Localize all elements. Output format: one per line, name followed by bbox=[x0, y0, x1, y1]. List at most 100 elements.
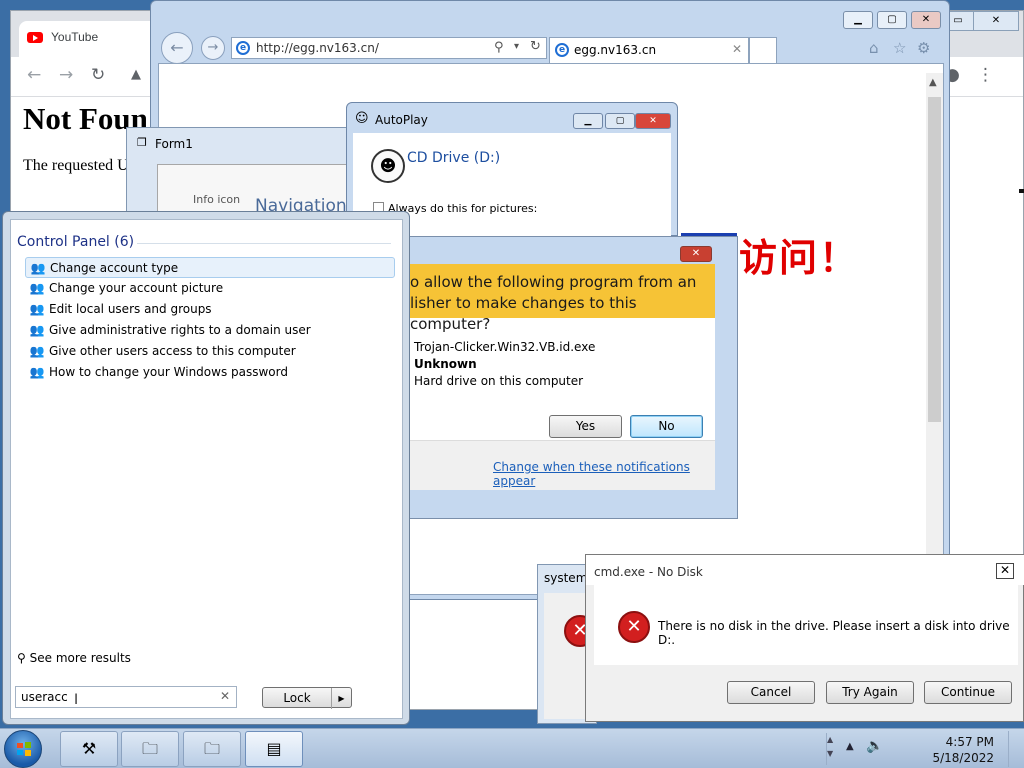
control-panel-group-title[interactable]: Control Panel (6) bbox=[17, 234, 134, 250]
result-item[interactable]: 👥 Change your account picture bbox=[25, 278, 395, 299]
taskbar-folder-icon[interactable]: 🗀 bbox=[121, 731, 179, 767]
result-item-label: How to change your Windows password bbox=[49, 365, 288, 379]
volume-icon[interactable]: 🔈 bbox=[866, 738, 883, 754]
autoplay-app-icon: ☺ bbox=[355, 111, 369, 126]
uac-question-line1: o allow the following program from an bbox=[410, 273, 697, 291]
clock-time[interactable]: 4:57 PM bbox=[924, 735, 994, 749]
users-icon: 👥 bbox=[29, 302, 45, 316]
result-item[interactable]: 👥 Give other users access to this comput… bbox=[25, 341, 395, 362]
text-cursor-icon: I bbox=[74, 692, 79, 708]
ie-back-icon[interactable]: ← bbox=[161, 32, 193, 64]
users-icon: 👥 bbox=[29, 281, 45, 295]
clock-date[interactable]: 5/18/2022 bbox=[924, 751, 994, 765]
ie-scroll-thumb[interactable] bbox=[928, 97, 941, 422]
taskbar-window-icon[interactable]: ▤ bbox=[245, 731, 303, 767]
taskbar-app-tools-icon[interactable]: ⚒ bbox=[60, 731, 118, 767]
favorites-icon[interactable]: ☆ bbox=[893, 39, 906, 57]
uac-no-button[interactable]: No bbox=[630, 415, 703, 438]
lock-label: Lock bbox=[283, 691, 311, 705]
no-disk-close-button[interactable]: ✕ bbox=[996, 563, 1014, 579]
uac-publisher: Unknown bbox=[414, 357, 477, 371]
form1-info-label: Info icon bbox=[193, 193, 241, 206]
gear-icon[interactable]: ⚙ bbox=[917, 39, 930, 57]
chrome-tab-label: YouTube bbox=[51, 30, 99, 44]
users-icon: 👥 bbox=[30, 261, 46, 275]
autoplay-title: AutoPlay bbox=[375, 113, 428, 127]
form1-title: Form1 bbox=[155, 137, 193, 151]
lock-button[interactable]: Lock ▶ bbox=[262, 687, 352, 709]
autoplay-close-button[interactable]: ✕ bbox=[635, 113, 671, 129]
uac-question: o allow the following program from an li… bbox=[410, 272, 715, 335]
lock-options-arrow-icon[interactable]: ▶ bbox=[331, 688, 351, 709]
chrome-close-button[interactable]: ✕ bbox=[973, 11, 1019, 31]
result-item-label: Give administrative rights to a domain u… bbox=[49, 323, 311, 337]
youtube-logo-icon bbox=[27, 32, 43, 43]
no-disk-dialog: cmd.exe - No Disk ✕ ✕ There is no disk i… bbox=[585, 554, 1024, 722]
uac-dialog: o allow the following program from an li… bbox=[410, 264, 715, 490]
ie-tab-close-icon[interactable]: ✕ bbox=[732, 42, 742, 56]
ie-close-button[interactable]: ✕ bbox=[911, 11, 941, 29]
refresh-icon[interactable]: ↻ bbox=[530, 39, 541, 54]
see-more-results-link[interactable]: ⚲ See more results bbox=[17, 651, 131, 665]
group-divider bbox=[137, 243, 391, 244]
cancel-button[interactable]: Cancel bbox=[727, 681, 815, 704]
try-again-button[interactable]: Try Again bbox=[826, 681, 914, 704]
autoplay-drive-label: CD Drive (D:) bbox=[407, 150, 501, 166]
scroll-up-icon[interactable]: ▲ bbox=[929, 77, 937, 88]
back-icon[interactable]: ← bbox=[27, 63, 51, 87]
magnifier-icon: ⚲ bbox=[17, 651, 26, 665]
search-input-value: useracc bbox=[21, 690, 68, 704]
uac-question-line2: lisher to make changes to this computer? bbox=[410, 294, 637, 333]
taskbar: ⚒ 🗀 🗀 ▤ ▲ ▼ ▲ 🔈 4:57 PM 5/18/2022 bbox=[0, 728, 1024, 768]
result-item[interactable]: 👥 Give administrative rights to a domain… bbox=[25, 320, 395, 341]
ie-tab-favicon-icon: e bbox=[555, 43, 569, 57]
home-icon[interactable]: ⌂ bbox=[869, 39, 879, 57]
page-red-text: 访问！ bbox=[739, 236, 860, 280]
start-button[interactable] bbox=[4, 730, 42, 768]
uac-yes-button[interactable]: Yes bbox=[549, 415, 622, 438]
show-desktop-button[interactable] bbox=[1008, 731, 1022, 767]
users-icon: 👥 bbox=[29, 365, 45, 379]
ie-tab[interactable]: e egg.nv163.cn ✕ bbox=[549, 37, 749, 63]
search-icon[interactable]: ⚲ bbox=[494, 40, 504, 55]
ie-url: http://egg.nv163.cn/ bbox=[256, 41, 379, 55]
taskbar-folder-icon[interactable]: 🗀 bbox=[183, 731, 241, 767]
reload-icon[interactable]: ↻ bbox=[91, 63, 115, 87]
no-disk-title: cmd.exe - No Disk bbox=[594, 565, 703, 579]
clear-search-icon[interactable]: ✕ bbox=[220, 689, 230, 703]
autoplay-maximize-button[interactable]: ▢ bbox=[605, 113, 635, 129]
uac-program-name: Trojan-Clicker.Win32.VB.id.exe bbox=[414, 340, 596, 354]
ie-logo-icon: e bbox=[236, 41, 250, 55]
no-disk-message: There is no disk in the drive. Please in… bbox=[658, 619, 1010, 647]
result-item[interactable]: 👥 Edit local users and groups bbox=[25, 299, 395, 320]
result-item-label: Change account type bbox=[50, 261, 179, 275]
autoplay-minimize-button[interactable]: ▁ bbox=[573, 113, 603, 129]
ie-minimize-button[interactable]: ▁ bbox=[843, 11, 873, 29]
see-more-label: See more results bbox=[29, 651, 131, 665]
result-item[interactable]: 👥 How to change your Windows password bbox=[25, 362, 395, 383]
result-item[interactable]: 👥 Change account type bbox=[25, 257, 395, 278]
uac-close-button[interactable]: ✕ bbox=[680, 246, 712, 262]
show-hidden-icons-icon[interactable]: ▲ bbox=[846, 741, 854, 752]
users-icon: 👥 bbox=[29, 344, 45, 358]
taskbar-scroll-arrows[interactable]: ▲ ▼ bbox=[826, 733, 836, 765]
error-icon: ✕ bbox=[618, 611, 650, 643]
ie-maximize-button[interactable]: ▢ bbox=[877, 11, 907, 29]
start-search-input[interactable]: useracc ✕ bbox=[15, 686, 237, 708]
menu-icon[interactable]: ⋮ bbox=[977, 63, 1001, 87]
ie-forward-icon[interactable]: → bbox=[201, 36, 225, 60]
edge-divider bbox=[1019, 189, 1024, 193]
dropdown-icon[interactable]: ▾ bbox=[514, 41, 519, 52]
ie-address-bar[interactable]: e http://egg.nv163.cn/ ⚲ ▾ ↻ bbox=[231, 37, 547, 59]
uac-notification-settings-link[interactable]: Change when these notifications appear bbox=[493, 460, 715, 488]
forward-icon[interactable]: → bbox=[59, 63, 83, 87]
users-icon: 👥 bbox=[29, 323, 45, 337]
result-item-label: Edit local users and groups bbox=[49, 302, 212, 316]
autoplay-checkbox-label: Always do this for pictures: bbox=[388, 202, 538, 215]
result-item-label: Give other users access to this computer bbox=[49, 344, 296, 358]
page-paragraph: The requested U bbox=[23, 157, 129, 174]
form1-app-icon: ❐ bbox=[137, 136, 147, 149]
continue-button[interactable]: Continue bbox=[924, 681, 1012, 704]
ie-tab-title: egg.nv163.cn bbox=[574, 43, 657, 57]
ie-new-tab[interactable] bbox=[749, 37, 777, 63]
